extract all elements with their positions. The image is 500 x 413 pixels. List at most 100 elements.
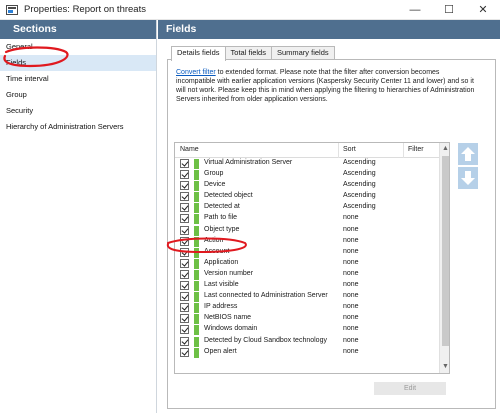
app-window-icon	[6, 5, 18, 15]
table-row[interactable]: Detected object Ascending	[175, 191, 449, 203]
field-name: Last visible	[204, 281, 239, 289]
field-checkbox[interactable]	[180, 214, 189, 224]
table-row[interactable]: NetBIOS name none	[175, 313, 449, 325]
table-row[interactable]: Application none	[175, 258, 449, 269]
field-checkbox[interactable]	[180, 325, 189, 335]
table-scrollbar[interactable]: ▲ ▼	[439, 143, 449, 373]
column-header-sort[interactable]: Sort	[343, 146, 356, 153]
field-marker-icon	[194, 225, 199, 236]
table-row[interactable]: Open alert none	[175, 347, 449, 358]
table-row[interactable]: Detected by Cloud Sandbox technology none	[175, 336, 449, 347]
table-row[interactable]: Last visible none	[175, 280, 449, 292]
sidebar-item-fields[interactable]: Fields	[0, 55, 156, 71]
field-name: Object type	[204, 225, 240, 233]
field-checkbox[interactable]	[180, 159, 189, 168]
field-sort: none	[343, 247, 359, 255]
field-sort: Ascending	[343, 203, 376, 211]
field-marker-icon	[194, 292, 199, 303]
sidebar-item-group[interactable]: Group	[0, 87, 156, 103]
tab-summary-fields[interactable]: Summary fields	[270, 46, 335, 60]
tab-total-fields[interactable]: Total fields	[224, 46, 272, 60]
field-marker-icon	[194, 214, 199, 225]
sidebar-item-time-interval[interactable]: Time interval	[0, 71, 156, 87]
filter-info-text: Convert filter to extended format. Pleas…	[176, 68, 476, 104]
field-checkbox[interactable]	[180, 192, 189, 202]
arrow-down-icon	[461, 171, 475, 185]
field-marker-icon	[194, 181, 199, 192]
scroll-thumb[interactable]	[442, 156, 449, 346]
field-checkbox[interactable]	[180, 314, 189, 324]
table-row[interactable]: Action none	[175, 236, 449, 247]
field-name: IP address	[204, 303, 238, 311]
field-checkbox[interactable]	[180, 203, 189, 213]
field-checkbox[interactable]	[180, 292, 189, 302]
field-marker-icon	[194, 192, 199, 203]
field-checkbox[interactable]	[180, 225, 189, 235]
field-name: Account	[204, 247, 230, 255]
edit-button[interactable]: Edit	[374, 382, 446, 395]
field-sort: none	[343, 258, 359, 266]
field-checkbox[interactable]	[180, 247, 189, 257]
fields-table: Name Sort Filter Virtual Administration …	[174, 142, 450, 374]
table-row[interactable]: Account none	[175, 247, 449, 258]
table-row[interactable]: Version number none	[175, 269, 449, 280]
minimize-button[interactable]: —	[398, 0, 432, 20]
close-button[interactable]: ✕	[466, 0, 500, 20]
field-name: Path to file	[204, 214, 238, 222]
sidebar-item-security[interactable]: Security	[0, 103, 156, 119]
sidebar-item-general[interactable]: General	[0, 39, 156, 55]
table-row[interactable]: Detected at Ascending	[175, 202, 449, 214]
field-marker-icon	[194, 314, 199, 325]
sidebar-item-hierarchy-of-administration-servers[interactable]: Hierarchy of Administration Servers	[0, 119, 156, 135]
move-up-button[interactable]	[458, 143, 478, 165]
field-marker-icon	[194, 325, 199, 336]
field-checkbox[interactable]	[180, 181, 189, 191]
move-down-button[interactable]	[458, 167, 478, 189]
column-header-name[interactable]: Name	[180, 146, 199, 153]
maximize-button[interactable]: ☐	[432, 0, 466, 20]
table-row[interactable]: Group Ascending	[175, 169, 449, 181]
table-row[interactable]: Path to file none	[175, 213, 449, 225]
field-name: Windows domain	[204, 325, 258, 333]
tab-strip: Details fields Total fields Summary fields	[171, 46, 335, 61]
field-sort: Ascending	[343, 192, 376, 200]
field-checkbox[interactable]	[180, 258, 189, 268]
table-row[interactable]: Virtual Administration Server Ascending	[175, 158, 449, 169]
arrow-up-icon	[461, 147, 475, 161]
field-marker-icon	[194, 203, 199, 214]
field-name: Last connected to Administration Server	[204, 292, 328, 300]
field-marker-icon	[194, 281, 199, 292]
field-sort: none	[343, 214, 359, 222]
scroll-down-icon[interactable]: ▼	[440, 362, 449, 372]
field-name: Device	[204, 181, 226, 189]
field-name: Detected by Cloud Sandbox technology	[204, 336, 327, 344]
column-header-filter[interactable]: Filter	[408, 146, 424, 153]
table-row[interactable]: Object type none	[175, 225, 449, 236]
field-name: Application	[204, 258, 239, 266]
field-checkbox[interactable]	[180, 236, 189, 246]
field-sort: none	[343, 303, 359, 311]
tab-details-fields[interactable]: Details fields	[171, 46, 226, 61]
field-sort: none	[343, 347, 359, 355]
field-sort: none	[343, 325, 359, 333]
field-checkbox[interactable]	[180, 281, 189, 291]
field-sort: none	[343, 336, 359, 344]
table-row[interactable]: Device Ascending	[175, 180, 449, 192]
field-marker-icon	[194, 170, 199, 181]
field-checkbox[interactable]	[180, 347, 189, 357]
field-name: Detected at	[204, 203, 240, 211]
info-body: to extended format. Please note that the…	[176, 69, 475, 103]
field-sort: Ascending	[343, 181, 376, 189]
table-row[interactable]: IP address none	[175, 302, 449, 314]
table-body: Virtual Administration Server Ascending Gr…	[175, 158, 449, 358]
field-name: Detected object	[204, 192, 253, 200]
convert-filter-link[interactable]: Convert filter	[176, 69, 216, 76]
field-checkbox[interactable]	[180, 269, 189, 279]
field-checkbox[interactable]	[180, 336, 189, 346]
table-row[interactable]: Last connected to Administration Server n…	[175, 291, 449, 303]
field-marker-icon	[194, 236, 199, 247]
field-checkbox[interactable]	[180, 303, 189, 313]
field-checkbox[interactable]	[180, 170, 189, 180]
scroll-up-icon[interactable]: ▲	[440, 144, 449, 154]
table-row[interactable]: Windows domain none	[175, 324, 449, 336]
